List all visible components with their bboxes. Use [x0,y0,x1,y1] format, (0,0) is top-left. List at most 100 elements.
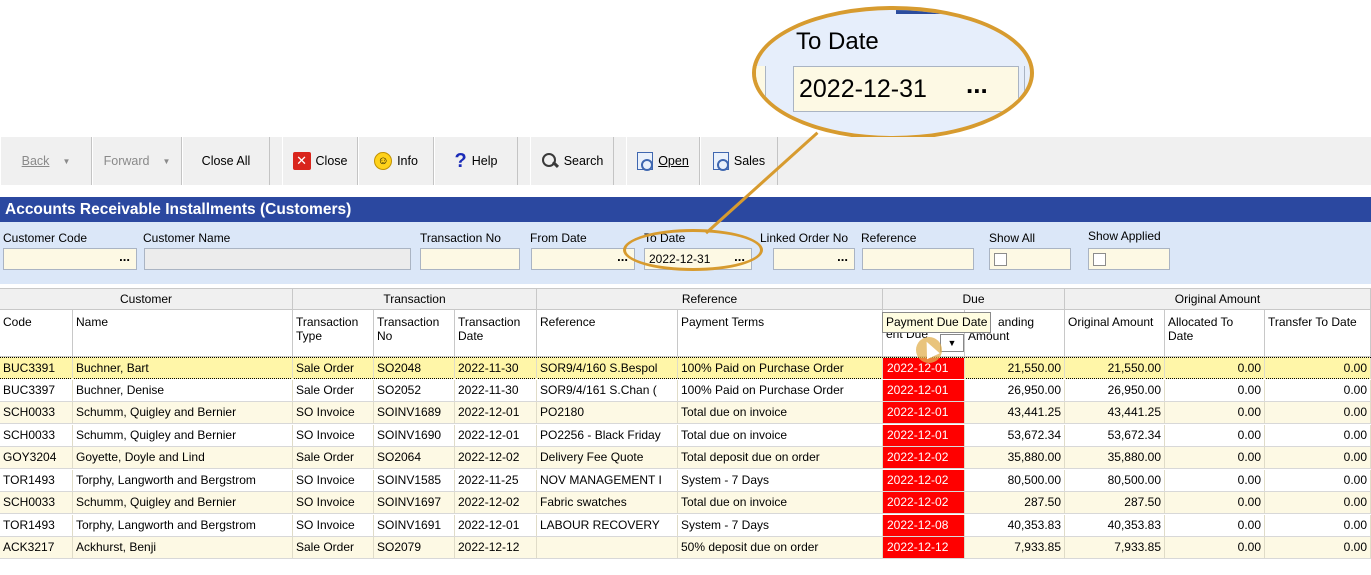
cell-payment-terms[interactable]: System - 7 Days [678,514,883,536]
cell-payment-due-date[interactable]: 2022-12-02 [883,492,965,513]
cell-name[interactable]: Schumm, Quigley and Bernier [73,402,293,423]
cell-payment-due-date[interactable]: 2022-12-01 [883,402,965,423]
cell-transaction-date[interactable]: 2022-11-30 [455,379,537,401]
cell-code[interactable]: TOR1493 [0,514,73,536]
header-name[interactable]: Name [73,310,293,356]
table-row[interactable]: SCH0033 Schumm, Quigley and Bernier SO Inv… [0,492,1371,514]
cell-transfer-to-date[interactable]: 0.00 [1265,402,1371,423]
forward-button[interactable]: Forward ▼ [92,137,182,185]
table-row[interactable]: BUC3397 Buchner, Denise Sale Order SO2052 20… [0,379,1371,402]
back-dropdown-icon[interactable]: ▼ [62,157,70,166]
cell-code[interactable]: SCH0033 [0,424,73,446]
cell-original-amount[interactable]: 80,500.00 [1065,469,1165,491]
cell-allocated-to-date[interactable]: 0.00 [1165,469,1265,491]
header-code[interactable]: Code [0,310,73,356]
cell-payment-due-date[interactable]: 2022-12-01 [883,424,965,446]
cell-name[interactable]: Torphy, Langworth and Bergstrom [73,469,293,491]
cell-transaction-type[interactable]: SO Invoice [293,469,374,491]
cell-code[interactable]: ACK3217 [0,537,73,558]
cell-transaction-date[interactable]: 2022-12-12 [455,537,537,558]
table-row[interactable]: SCH0033 Schumm, Quigley and Bernier SO Inv… [0,402,1371,424]
cell-name[interactable]: Goyette, Doyle and Lind [73,447,293,468]
cell-payment-due-date[interactable]: 2022-12-02 [883,469,965,491]
cell-transaction-date[interactable]: 2022-12-01 [455,402,537,423]
cell-allocated-to-date[interactable]: 0.00 [1165,537,1265,558]
cell-reference[interactable]: NOV MANAGEMENT I [537,469,678,491]
customer-code-input[interactable]: ... [3,248,137,270]
cell-transaction-date[interactable]: 2022-11-30 [455,358,537,379]
cell-transfer-to-date[interactable]: 0.00 [1265,492,1371,513]
cell-payment-due-date[interactable]: 2022-12-01 [883,379,965,401]
header-transfer-to-date[interactable]: Transfer To Date [1265,310,1371,356]
cell-name[interactable]: Buchner, Denise [73,379,293,401]
cell-code[interactable]: BUC3391 [0,358,73,379]
linked-order-lookup-button[interactable]: ... [837,249,848,264]
cell-original-amount[interactable]: 35,880.00 [1065,447,1165,468]
table-row[interactable]: SCH0033 Schumm, Quigley and Bernier SO Inv… [0,424,1371,447]
cell-name[interactable]: Buchner, Bart [73,358,293,379]
cell-reference[interactable]: SOR9/4/160 S.Bespol [537,358,678,379]
cell-transaction-type[interactable]: Sale Order [293,358,374,379]
cell-transaction-no[interactable]: SOINV1691 [374,514,455,536]
cell-transfer-to-date[interactable]: 0.00 [1265,424,1371,446]
cell-payment-terms[interactable]: Total due on invoice [678,424,883,446]
cell-transaction-no[interactable]: SOINV1697 [374,492,455,513]
cell-payment-terms[interactable]: 100% Paid on Purchase Order [678,379,883,401]
header-original-amount[interactable]: Original Amount [1065,310,1165,356]
cell-transfer-to-date[interactable]: 0.00 [1265,447,1371,468]
cell-payment-terms[interactable]: System - 7 Days [678,469,883,491]
cell-transaction-date[interactable]: 2022-11-25 [455,469,537,491]
cell-original-amount[interactable]: 26,950.00 [1065,379,1165,401]
cell-transfer-to-date[interactable]: 0.00 [1265,358,1371,379]
cell-allocated-to-date[interactable]: 0.00 [1165,379,1265,401]
cell-allocated-to-date[interactable]: 0.00 [1165,424,1265,446]
reference-input[interactable] [862,248,974,270]
cell-code[interactable]: GOY3204 [0,447,73,468]
cell-transaction-no[interactable]: SOINV1689 [374,402,455,423]
forward-dropdown-icon[interactable]: ▼ [162,157,170,166]
cell-payment-terms[interactable]: Total deposit due on order [678,447,883,468]
cell-outstanding-amount[interactable]: 26,950.00 [965,379,1065,401]
show-applied-checkbox[interactable] [1093,253,1106,266]
open-button[interactable]: Open [626,137,700,185]
cell-transaction-type[interactable]: SO Invoice [293,492,374,513]
transaction-no-input[interactable] [420,248,520,270]
cell-payment-terms[interactable]: 100% Paid on Purchase Order [678,358,883,379]
cell-transaction-type[interactable]: Sale Order [293,537,374,558]
customer-name-input[interactable] [144,248,411,270]
cell-reference[interactable]: Fabric swatches [537,492,678,513]
show-all-checkbox[interactable] [994,253,1007,266]
cell-reference[interactable]: LABOUR RECOVERY [537,514,678,536]
cell-payment-due-date[interactable]: 2022-12-02 [883,447,965,468]
header-transaction-date[interactable]: Transaction Date [455,310,537,356]
cell-transaction-type[interactable]: SO Invoice [293,424,374,446]
cell-name[interactable]: Torphy, Langworth and Bergstrom [73,514,293,536]
info-button[interactable]: ☺ Info [358,137,434,185]
cell-outstanding-amount[interactable]: 21,550.00 [965,358,1065,379]
cell-transaction-no[interactable]: SO2079 [374,537,455,558]
table-row[interactable]: ACK3217 Ackhurst, Benji Sale Order SO2079 20… [0,537,1371,559]
close-all-button[interactable]: Close All [182,137,270,185]
cell-transaction-date[interactable]: 2022-12-02 [455,492,537,513]
cell-outstanding-amount[interactable]: 7,933.85 [965,537,1065,558]
cell-transaction-type[interactable]: SO Invoice [293,514,374,536]
from-date-input[interactable]: ... [531,248,635,270]
cell-allocated-to-date[interactable]: 0.00 [1165,402,1265,423]
cell-transfer-to-date[interactable]: 0.00 [1265,469,1371,491]
cell-transaction-no[interactable]: SOINV1585 [374,469,455,491]
cell-code[interactable]: SCH0033 [0,492,73,513]
cell-transfer-to-date[interactable]: 0.00 [1265,537,1371,558]
table-row[interactable]: BUC3391 Buchner, Bart Sale Order SO2048 2022… [0,357,1371,379]
cell-reference[interactable]: SOR9/4/161 S.Chan ( [537,379,678,401]
header-transaction-type[interactable]: Transaction Type [293,310,374,356]
back-button[interactable]: Back ▼ [0,137,92,185]
cell-outstanding-amount[interactable]: 35,880.00 [965,447,1065,468]
cell-transaction-no[interactable]: SO2048 [374,358,455,379]
customer-code-lookup-button[interactable]: ... [119,249,130,264]
header-reference[interactable]: Reference [537,310,678,356]
table-row[interactable]: GOY3204 Goyette, Doyle and Lind Sale Order… [0,447,1371,469]
cell-transaction-type[interactable]: Sale Order [293,447,374,468]
cell-outstanding-amount[interactable]: 43,441.25 [965,402,1065,423]
cell-reference[interactable] [537,537,678,558]
header-transaction-no[interactable]: Transaction No [374,310,455,356]
